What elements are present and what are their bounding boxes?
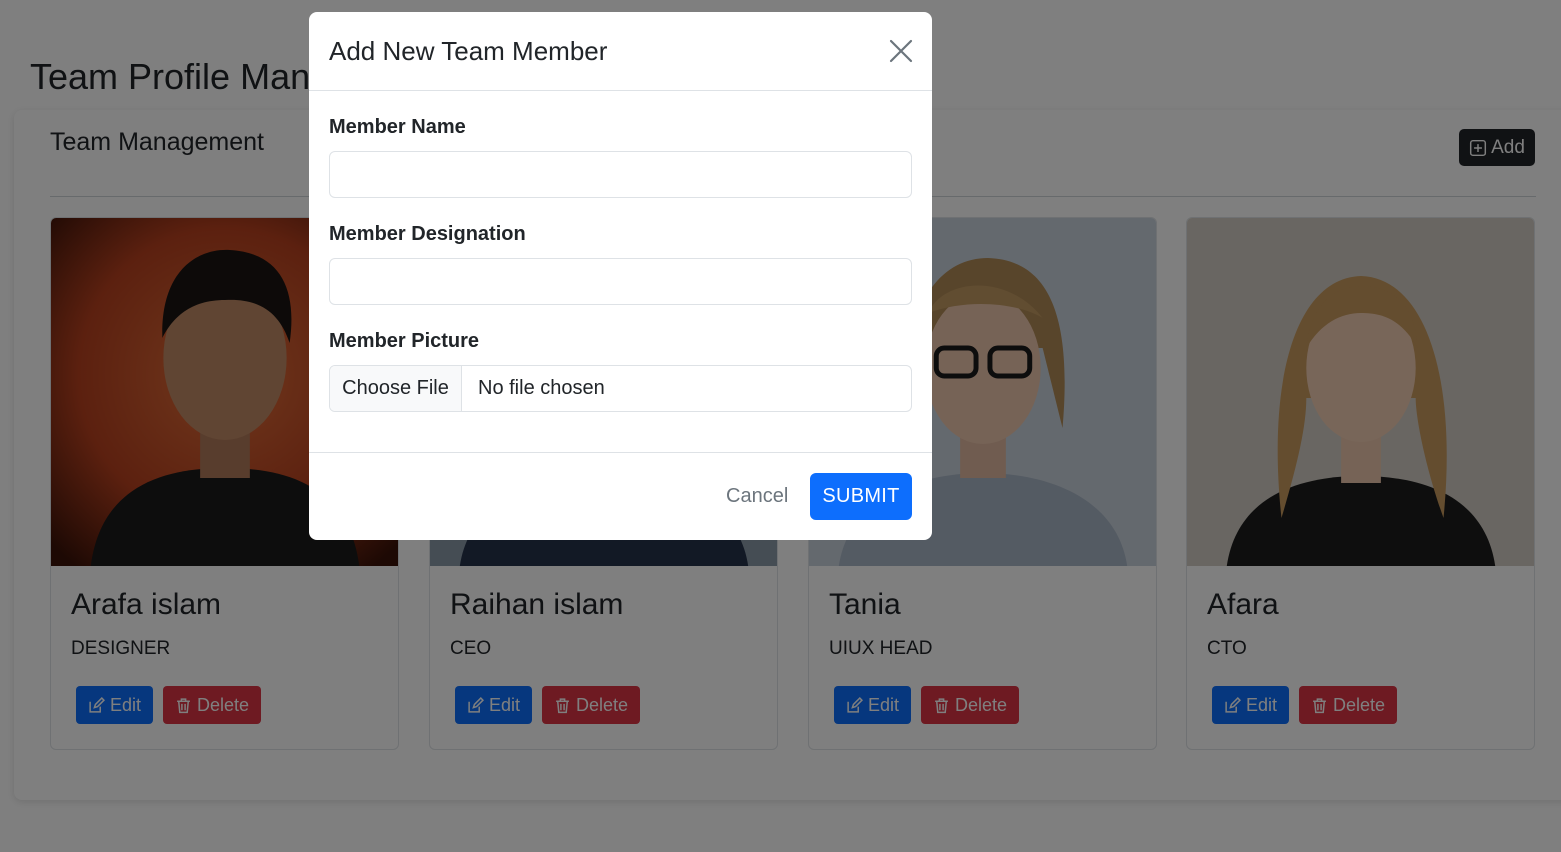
close-button[interactable] (887, 37, 915, 65)
modal-title: Add New Team Member (329, 36, 608, 66)
modal-footer: Cancel SUBMIT (309, 452, 932, 540)
member-picture-label: Member Picture (329, 330, 480, 352)
submit-button[interactable]: SUBMIT (810, 473, 912, 520)
cancel-button[interactable]: Cancel (714, 473, 800, 520)
modal-header: Add New Team Member (309, 12, 932, 91)
choose-file-button[interactable]: Choose File (330, 366, 462, 411)
member-name-input[interactable] (329, 151, 912, 198)
file-status-text: No file chosen (478, 377, 605, 399)
member-name-label: Member Name (329, 116, 466, 138)
member-designation-input[interactable] (329, 258, 912, 305)
add-member-modal: Add New Team Member Member Name Member D… (309, 12, 932, 540)
member-designation-label: Member Designation (329, 223, 526, 245)
close-icon (889, 39, 913, 63)
member-picture-file-input[interactable]: Choose File No file chosen (329, 365, 912, 412)
